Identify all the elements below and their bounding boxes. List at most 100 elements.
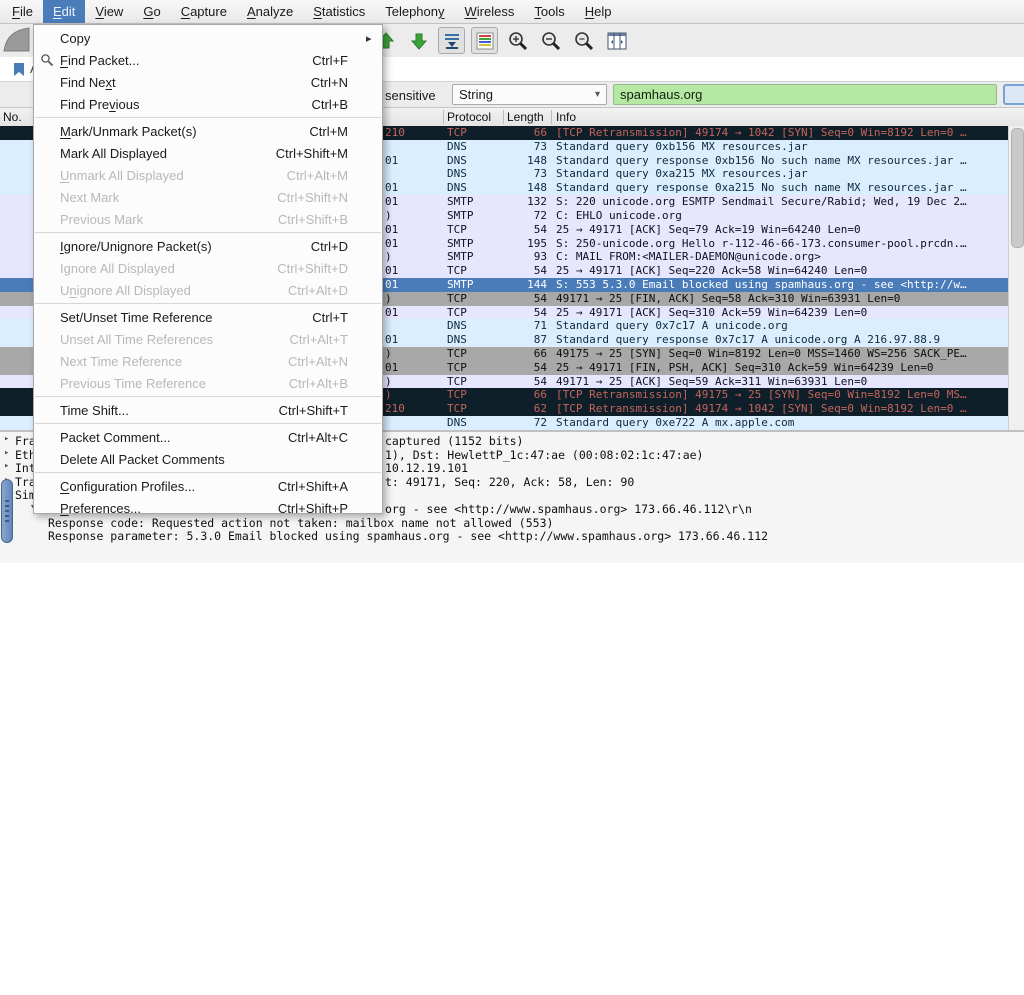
protocol-cell: TCP — [447, 402, 467, 416]
menu-item-next-mark: Next Mark Ctrl+Shift+N — [34, 186, 382, 208]
protocol-cell: TCP — [447, 374, 467, 388]
menu-wireless[interactable]: Wireless — [455, 0, 525, 23]
scrollbar-thumb[interactable] — [1011, 128, 1024, 248]
length-cell: 73 — [533, 139, 547, 153]
protocol-cell: SMTP — [447, 277, 474, 291]
column-header-info[interactable]: Info — [556, 110, 576, 124]
resize-columns-button[interactable] — [603, 27, 630, 54]
detail-scrollbar-thumb[interactable] — [1, 479, 13, 543]
menu-item-shortcut: Ctrl+Alt+M — [286, 167, 348, 183]
menu-item-label: Delete All Packet Comments — [60, 451, 225, 467]
menu-capture[interactable]: Capture — [171, 0, 237, 23]
zoom-normal-button[interactable] — [570, 27, 597, 54]
menu-item-set-unset-time-reference[interactable]: Set/Unset Time Reference Ctrl+T — [34, 306, 382, 328]
menu-item-label: Find Packet... — [60, 52, 140, 68]
find-type-select[interactable]: String ▾ — [452, 84, 607, 105]
menu-item-previous-mark: Previous Mark Ctrl+Shift+B — [34, 208, 382, 230]
colorize-packets-button[interactable] — [471, 27, 498, 54]
length-cell: 73 — [533, 167, 547, 181]
menu-item-packet-comment[interactable]: Packet Comment... Ctrl+Alt+C — [34, 426, 382, 448]
menu-separator — [35, 117, 381, 118]
menu-item-find-previous[interactable]: Find Previous Ctrl+B — [34, 93, 382, 115]
protocol-cell: DNS — [447, 319, 467, 333]
case-sensitive-label[interactable]: sensitive — [385, 88, 436, 103]
menu-item-delete-all-packet-comments[interactable]: Delete All Packet Comments — [34, 448, 382, 470]
menu-item-mark-all-displayed[interactable]: Mark All Displayed Ctrl+Shift+M — [34, 142, 382, 164]
menu-edit[interactable]: Edit — [42, 0, 86, 23]
menubar: File Edit View Go Capture Analyze Statistics Te… — [0, 0, 1024, 24]
zoom-out-button[interactable] — [537, 27, 564, 54]
info-cell: Standard query response 0xb156 No such n… — [556, 153, 967, 167]
length-cell: 62 — [533, 402, 547, 416]
auto-scroll-button[interactable] — [438, 27, 465, 54]
edit-menu-popup: Copy ▸ Find Packet... Ctrl+F Find Next Ctrl+N… — [33, 24, 383, 516]
info-cell: C: MAIL FROM:<MAILER-DAEMON@unicode.org> — [556, 250, 821, 264]
info-cell: C: EHLO unicode.org — [556, 208, 682, 222]
menu-tools[interactable]: Tools — [524, 0, 574, 23]
menu-telephony[interactable]: Telephony — [375, 0, 454, 23]
menu-item-unignore-all-displayed: Unignore All Displayed Ctrl+Alt+D — [34, 279, 382, 301]
length-cell: 71 — [533, 319, 547, 333]
menu-item-label: Unmark All Displayed — [60, 167, 184, 183]
submenu-arrow-icon: ▸ — [366, 32, 372, 45]
menu-item-time-shift[interactable]: Time Shift... Ctrl+Shift+T — [34, 399, 382, 421]
menu-item-ignore-unignore-packet-s[interactable]: Ignore/Unignore Packet(s) Ctrl+D — [34, 235, 382, 257]
expand-arrow-icon[interactable]: ▸ — [4, 461, 9, 471]
menu-item-shortcut: Ctrl+Alt+B — [288, 375, 348, 391]
bookmark-icon[interactable] — [13, 62, 25, 77]
column-header-protocol[interactable]: Protocol — [447, 110, 491, 124]
detail-tree-line[interactable]: Response parameter: 5.3.0 Email blocked … — [0, 529, 1024, 543]
find-button[interactable] — [1003, 84, 1024, 105]
menu-analyze[interactable]: Analyze — [237, 0, 303, 23]
protocol-cell: TCP — [447, 291, 467, 305]
menu-item-copy[interactable]: Copy ▸ — [34, 27, 382, 49]
source-fragment: 01 — [385, 360, 399, 374]
length-cell: 66 — [533, 388, 547, 402]
menu-item-label: Mark/Unmark Packet(s) — [60, 123, 197, 139]
length-cell: 93 — [533, 250, 547, 264]
length-cell: 87 — [533, 333, 547, 347]
expand-arrow-icon[interactable]: ▸ — [4, 434, 9, 444]
protocol-cell: SMTP — [447, 195, 474, 209]
menu-file[interactable]: File — [2, 0, 43, 23]
info-cell: 25 → 49171 [ACK] Seq=220 Ack=58 Win=6424… — [556, 264, 868, 278]
menu-item-find-packet[interactable]: Find Packet... Ctrl+F — [34, 49, 382, 71]
menu-help[interactable]: Help — [575, 0, 622, 23]
menu-item-label: Find Next — [60, 74, 116, 90]
column-header-length[interactable]: Length — [507, 110, 551, 124]
protocol-cell: DNS — [447, 181, 467, 195]
menu-view[interactable]: View — [85, 0, 133, 23]
column-header-no[interactable]: No. — [3, 110, 22, 124]
packet-bytes-area — [0, 977, 1024, 995]
menu-statistics[interactable]: Statistics — [303, 0, 375, 23]
detail-text: captured (1152 bits) — [385, 434, 524, 448]
menu-item-configuration-profiles[interactable]: Configuration Profiles... Ctrl+Shift+A — [34, 475, 382, 497]
zoom-in-button[interactable] — [504, 27, 531, 54]
menu-item-shortcut: Ctrl+Shift+T — [278, 402, 348, 418]
info-cell: 25 → 49171 [FIN, PSH, ACK] Seq=310 Ack=5… — [556, 360, 934, 374]
length-cell: 72 — [533, 416, 547, 430]
length-cell: 66 — [533, 347, 547, 360]
source-fragment: ) — [385, 347, 392, 360]
menu-item-shortcut: Ctrl+M — [309, 123, 348, 139]
info-cell: S: 250-unicode.org Hello r-112-46-66-173… — [556, 236, 967, 250]
packet-list-scrollbar[interactable] — [1008, 126, 1024, 430]
menu-item-find-next[interactable]: Find Next Ctrl+N — [34, 71, 382, 93]
menu-item-mark-unmark-packet-s[interactable]: Mark/Unmark Packet(s) Ctrl+M — [34, 120, 382, 142]
wireshark-fin-icon — [3, 27, 30, 52]
info-cell: Standard query 0xe722 A mx.apple.com — [556, 416, 795, 430]
menu-go[interactable]: Go — [133, 0, 170, 23]
menu-item-preferences[interactable]: Preferences... Ctrl+Shift+P — [34, 497, 382, 519]
length-cell: 54 — [533, 360, 547, 374]
info-cell: 49171 → 25 [ACK] Seq=59 Ack=311 Win=6393… — [556, 374, 868, 388]
go-to-bottom-button[interactable] — [405, 27, 432, 54]
length-cell: 195 — [527, 236, 547, 250]
expand-arrow-icon[interactable]: ▸ — [4, 448, 9, 458]
source-fragment: 01 — [385, 333, 399, 347]
detail-text: Response parameter: 5.3.0 Email blocked … — [48, 529, 769, 544]
source-fragment: 01 — [385, 305, 399, 319]
length-cell: 144 — [527, 277, 547, 291]
info-cell: [TCP Retransmission] 49175 → 25 [SYN] Se… — [556, 388, 967, 402]
menu-item-previous-time-reference: Previous Time Reference Ctrl+Alt+B — [34, 372, 382, 394]
find-input[interactable] — [613, 84, 997, 105]
